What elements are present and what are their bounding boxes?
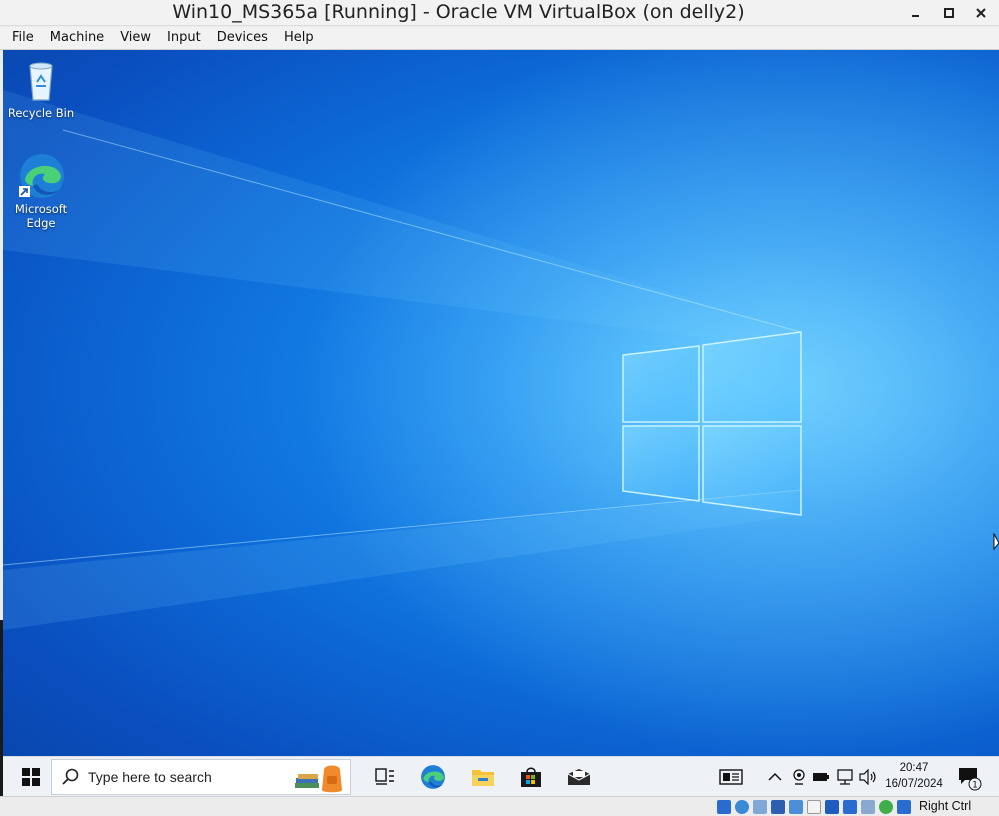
taskbar-edge-button[interactable]: [413, 757, 453, 796]
maximize-icon: [944, 8, 954, 18]
notification-icon: 1: [959, 768, 982, 791]
desktop-icon-label: Recycle Bin: [7, 106, 75, 120]
audio-icon[interactable]: [753, 800, 767, 814]
store-icon: [521, 767, 541, 787]
edge-icon: [421, 765, 445, 789]
windows-wallpaper: [3, 50, 999, 796]
taskbar-file-explorer-button[interactable]: [463, 757, 503, 796]
shared-folder-icon[interactable]: [807, 800, 821, 814]
edge-icon: [17, 152, 65, 200]
menu-machine[interactable]: Machine: [42, 27, 112, 49]
desktop-icon-edge[interactable]: Microsoft Edge: [3, 152, 79, 230]
action-center-button[interactable]: 1: [957, 765, 983, 791]
vbox-statusbar: Right Ctrl: [0, 796, 999, 816]
taskbar-clock[interactable]: 20:47 16/07/2024: [879, 760, 949, 792]
network-icon[interactable]: [771, 800, 785, 814]
vbox-menubar: File Machine View Input Devices Help: [0, 27, 999, 50]
display-icon[interactable]: [825, 800, 839, 814]
menu-input[interactable]: Input: [159, 27, 209, 49]
news-icon: [719, 769, 743, 785]
desktop-icon-label: Microsoft Edge: [14, 202, 68, 230]
cpu-icon[interactable]: [879, 800, 893, 814]
window-titlebar[interactable]: Win10_MS365a [Running] - Oracle VM Virtu…: [0, 0, 999, 26]
window-title: Win10_MS365a [Running] - Oracle VM Virtu…: [172, 1, 745, 23]
menu-help[interactable]: Help: [276, 27, 322, 49]
mouse-pointer-icon: [993, 533, 999, 551]
news-widget-button[interactable]: [719, 767, 743, 787]
close-button[interactable]: [966, 0, 996, 26]
notification-count: 1: [972, 781, 978, 791]
menu-view[interactable]: View: [112, 27, 159, 49]
taskbar: Type here to search 20:47 16/07/2024 1: [3, 756, 999, 796]
host-key-label[interactable]: Right Ctrl: [919, 799, 971, 813]
start-button[interactable]: [11, 757, 51, 796]
desktop-icon-recycle-bin[interactable]: Recycle Bin: [3, 56, 79, 120]
webcam-icon: [793, 769, 805, 785]
recycle-bin-icon: [17, 56, 65, 104]
volume-icon: [859, 769, 876, 785]
windows-start-icon: [22, 768, 40, 786]
search-box[interactable]: Type here to search: [51, 759, 351, 795]
minimize-icon: [912, 15, 919, 17]
network-tray[interactable]: [835, 767, 855, 787]
network-icon: [837, 769, 853, 785]
hdd-icon[interactable]: [717, 800, 731, 814]
file-explorer-icon: [472, 770, 494, 786]
host-desktop-edge: [0, 620, 3, 796]
battery-icon: [813, 773, 829, 781]
task-view-button[interactable]: [365, 757, 405, 796]
clock-date: 16/07/2024: [885, 778, 943, 790]
search-highlight-icon[interactable]: [292, 762, 350, 794]
taskbar-store-button[interactable]: [511, 757, 551, 796]
webcam-tray[interactable]: [789, 767, 809, 787]
guest-screen[interactable]: Recycle Bin Microsoft Edge Type here to …: [3, 50, 999, 796]
vrde-icon[interactable]: [861, 800, 875, 814]
task-view-icon: [375, 768, 394, 785]
close-icon: [976, 8, 986, 18]
battery-tray[interactable]: [811, 767, 831, 787]
volume-tray[interactable]: [858, 767, 878, 787]
taskbar-mail-button[interactable]: [559, 757, 599, 796]
usb-icon[interactable]: [789, 800, 803, 814]
arrow-down-icon[interactable]: [897, 800, 911, 814]
chevron-up-icon: [768, 772, 782, 781]
menu-devices[interactable]: Devices: [209, 27, 276, 49]
search-icon: [62, 768, 79, 785]
maximize-button[interactable]: [934, 0, 964, 26]
clock-time: 20:47: [899, 762, 929, 774]
search-placeholder: Type here to search: [88, 769, 212, 785]
mail-icon: [567, 769, 591, 785]
menu-file[interactable]: File: [4, 27, 42, 49]
optical-icon[interactable]: [735, 800, 749, 814]
show-hidden-icons-button[interactable]: [765, 767, 785, 787]
minimize-button[interactable]: [901, 0, 931, 26]
recording-icon[interactable]: [843, 800, 857, 814]
